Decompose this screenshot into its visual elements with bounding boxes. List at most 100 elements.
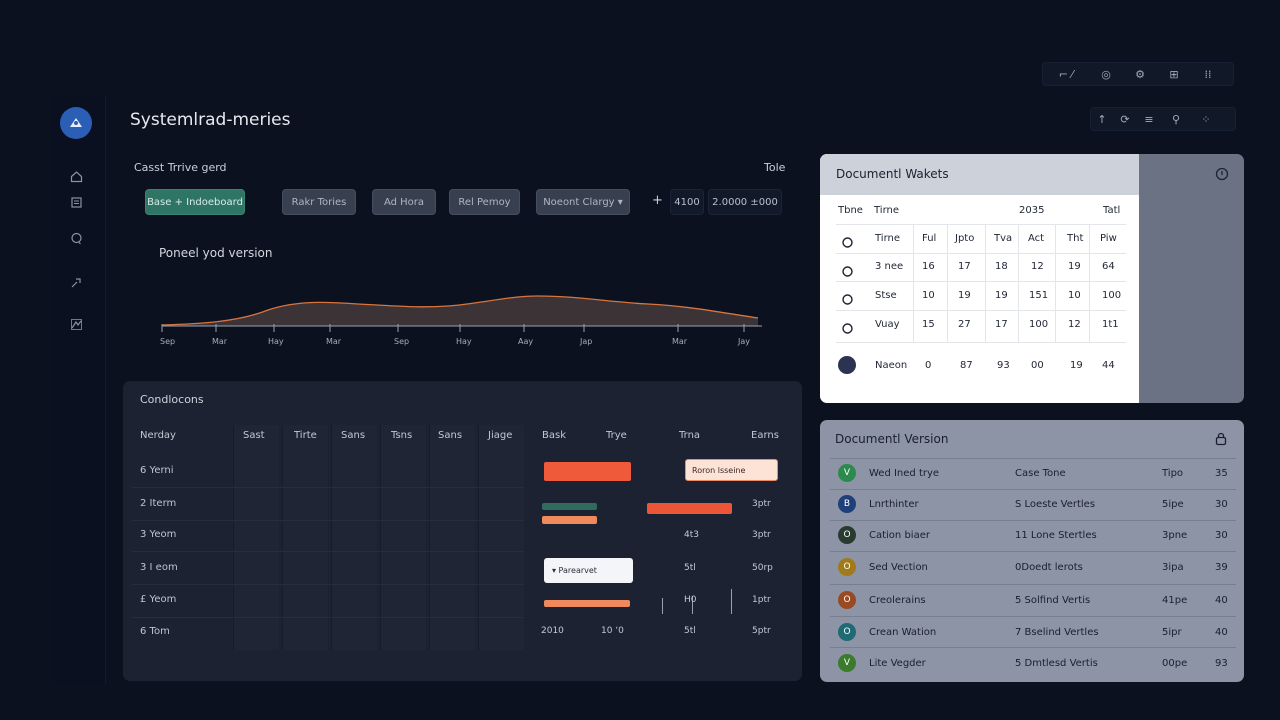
cell-value: 4t3 (684, 530, 699, 540)
filter-button-1[interactable]: Rakr Tories (282, 189, 356, 215)
trend-chart: Sep Mar Hay Mar Sep Hay Aay Jap Mar Jay (160, 295, 762, 346)
table-subheader: Tht (1067, 233, 1084, 244)
column-header[interactable]: Sans (438, 430, 462, 441)
version-icon[interactable]: O (838, 558, 856, 576)
trend-tick: Aay (518, 337, 533, 346)
left-rail (52, 96, 106, 684)
footer-cell: 44 (1102, 360, 1115, 371)
table-cell: 64 (1102, 261, 1115, 272)
row-divider (132, 584, 524, 585)
version-icon[interactable]: O (838, 591, 856, 609)
table-cell: 19 (995, 290, 1008, 301)
version-name[interactable]: Crean Wation (869, 627, 936, 638)
trend-tick: Mar (326, 337, 342, 346)
target-icon[interactable]: ◎ (1089, 62, 1123, 86)
table-cell: 12 (1031, 261, 1044, 272)
document-icon[interactable] (68, 194, 84, 210)
logo-icon (70, 118, 82, 127)
column-header[interactable]: Bask (542, 430, 566, 441)
table-cell: 19 (1068, 261, 1081, 272)
version-name[interactable]: Cation biaer (869, 530, 930, 541)
version-icon[interactable]: O (838, 623, 856, 641)
table-subheader: Jpto (955, 233, 975, 244)
home-icon[interactable] (68, 168, 84, 184)
range-field[interactable]: 2.0000 ±000 (708, 189, 782, 215)
gantt-bar[interactable] (542, 516, 597, 524)
version-type: 41pe (1162, 595, 1188, 606)
column-header[interactable]: Tirte (294, 430, 317, 441)
table-cell: 17 (995, 319, 1008, 330)
footer-cell: 00 (1031, 360, 1044, 371)
window-control-icon[interactable]: ⌐ ⁄ (1043, 62, 1089, 86)
app-logo[interactable] (60, 107, 92, 139)
table-cell: 10 (1068, 290, 1081, 301)
gantt-bar[interactable] (544, 462, 631, 481)
row-label: 3 Yeom (140, 529, 177, 540)
avatar[interactable] (838, 356, 856, 374)
dots-icon[interactable]: ⁘ (1191, 107, 1221, 131)
filter-dropdown[interactable]: Noeont Clargy ▾ (536, 189, 630, 215)
settings-icon[interactable] (68, 316, 84, 332)
grid-icon[interactable]: ⊞ (1157, 62, 1191, 86)
version-count: 30 (1215, 499, 1228, 510)
table-header: Tatl (1103, 205, 1121, 216)
count-field[interactable]: 4100 (670, 189, 704, 215)
upload-icon[interactable]: ↑ (1091, 107, 1113, 131)
status-icon[interactable] (842, 233, 853, 252)
gear-icon[interactable]: ⚙ (1123, 62, 1157, 86)
column-header[interactable]: Earns (751, 430, 779, 441)
gantt-chip[interactable]: ▾ Parearvet (544, 558, 633, 583)
grid-line (985, 224, 986, 342)
version-desc: 11 Lone Stertles (1015, 530, 1097, 541)
version-icon[interactable]: V (838, 464, 856, 482)
column-header[interactable]: Tsns (391, 430, 412, 441)
row-label: 2 Iterm (140, 498, 177, 509)
menu-icon[interactable]: ≡ (1137, 107, 1161, 131)
refresh-icon[interactable]: ⟳ (1113, 107, 1137, 131)
version-icon[interactable]: V (838, 654, 856, 672)
column-header[interactable]: Nerday (140, 430, 176, 441)
status-icon[interactable] (842, 319, 853, 338)
status-icon[interactable] (842, 262, 853, 281)
filter-button-2[interactable]: Ad Hora (372, 189, 436, 215)
version-name[interactable]: Wed Ined trye (869, 468, 939, 479)
column-header[interactable]: Sans (341, 430, 365, 441)
column-header[interactable]: Jiage (488, 430, 512, 441)
version-name[interactable]: Lite Vegder (869, 658, 926, 669)
row-divider (830, 489, 1236, 490)
version-count: 40 (1215, 595, 1228, 606)
column-header[interactable]: Trna (679, 430, 700, 441)
add-icon[interactable]: + (652, 193, 663, 208)
info-icon[interactable] (1215, 166, 1229, 181)
table-cell: 3 nee (875, 261, 904, 272)
status-icon[interactable] (842, 290, 853, 309)
chat-icon[interactable] (68, 230, 84, 246)
trend-tick: Jap (579, 337, 592, 346)
gantt-bar[interactable] (647, 503, 732, 514)
search-icon[interactable]: ⚲ (1161, 107, 1191, 131)
grid-line (947, 224, 948, 342)
more-icon[interactable]: ⁞⁞ (1191, 62, 1225, 86)
version-desc: 5 Solfind Vertis (1015, 595, 1091, 606)
version-type: 5ipr (1162, 627, 1182, 638)
column-header[interactable]: Sast (243, 430, 265, 441)
gantt-bar[interactable] (542, 503, 597, 510)
table-cell: 16 (922, 261, 935, 272)
primary-button[interactable]: Base + Indoeboard (145, 189, 245, 215)
version-icon[interactable]: B (838, 495, 856, 513)
version-icon[interactable]: O (838, 526, 856, 544)
lock-icon[interactable] (1214, 431, 1228, 450)
version-name[interactable]: Lnrthinter (869, 499, 919, 510)
trend-tick: Sep (394, 337, 409, 346)
version-name[interactable]: Sed Vection (869, 562, 928, 573)
tools-icon[interactable] (68, 274, 84, 290)
gantt-chip[interactable]: Roron lsseine (685, 459, 778, 481)
table-cell: 10 (922, 290, 935, 301)
row-divider (132, 617, 524, 618)
filter-button-3[interactable]: Rel Pemoy (449, 189, 520, 215)
column-header[interactable]: Trye (606, 430, 627, 441)
version-name[interactable]: Creolerains (869, 595, 926, 606)
trend-tick: Sep (160, 337, 175, 346)
gantt-bar[interactable] (544, 600, 630, 607)
version-desc: 5 Dmtlesd Vertis (1015, 658, 1098, 669)
